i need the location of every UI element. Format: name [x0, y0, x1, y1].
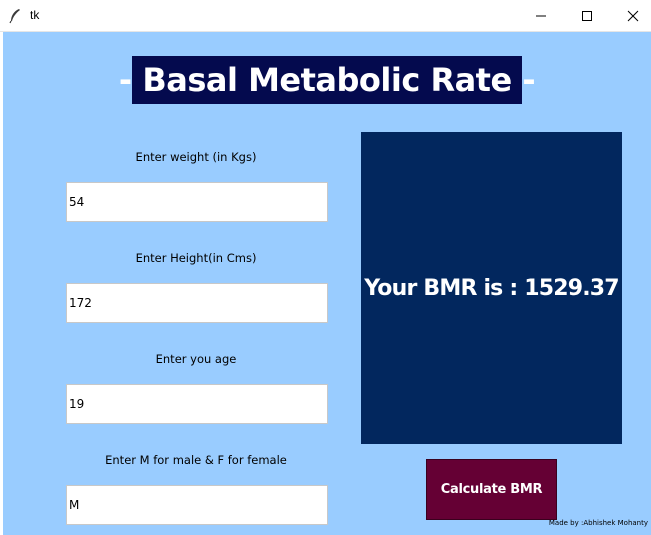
maximize-icon — [582, 10, 592, 21]
minimize-icon — [536, 15, 546, 16]
weight-label: Enter weight (in Kgs) — [135, 150, 257, 164]
calculate-bmr-button[interactable]: Calculate BMR — [426, 459, 557, 520]
close-icon — [627, 10, 639, 21]
height-input[interactable] — [66, 283, 328, 323]
maximize-button[interactable] — [564, 0, 610, 31]
close-button[interactable] — [610, 0, 651, 31]
gender-input[interactable] — [66, 485, 328, 525]
minimize-button[interactable] — [518, 0, 564, 31]
age-input[interactable] — [66, 384, 328, 424]
credit-text: Made by :Abhishek Mohanty — [548, 519, 648, 527]
weight-input[interactable] — [66, 182, 328, 222]
gender-label: Enter M for male & F for female — [105, 453, 287, 467]
page-title: - Basal Metabolic Rate - — [119, 56, 536, 104]
age-label: Enter you age — [155, 352, 237, 366]
height-label: Enter Height(in Cms) — [135, 251, 257, 265]
window-titlebar: tk — [0, 0, 651, 32]
feather-icon — [9, 9, 20, 24]
bmr-result-panel: Your BMR is : 1529.37 — [361, 132, 622, 444]
window-title: tk — [30, 8, 40, 22]
bmr-result-text: Your BMR is : 1529.37 — [364, 275, 619, 301]
